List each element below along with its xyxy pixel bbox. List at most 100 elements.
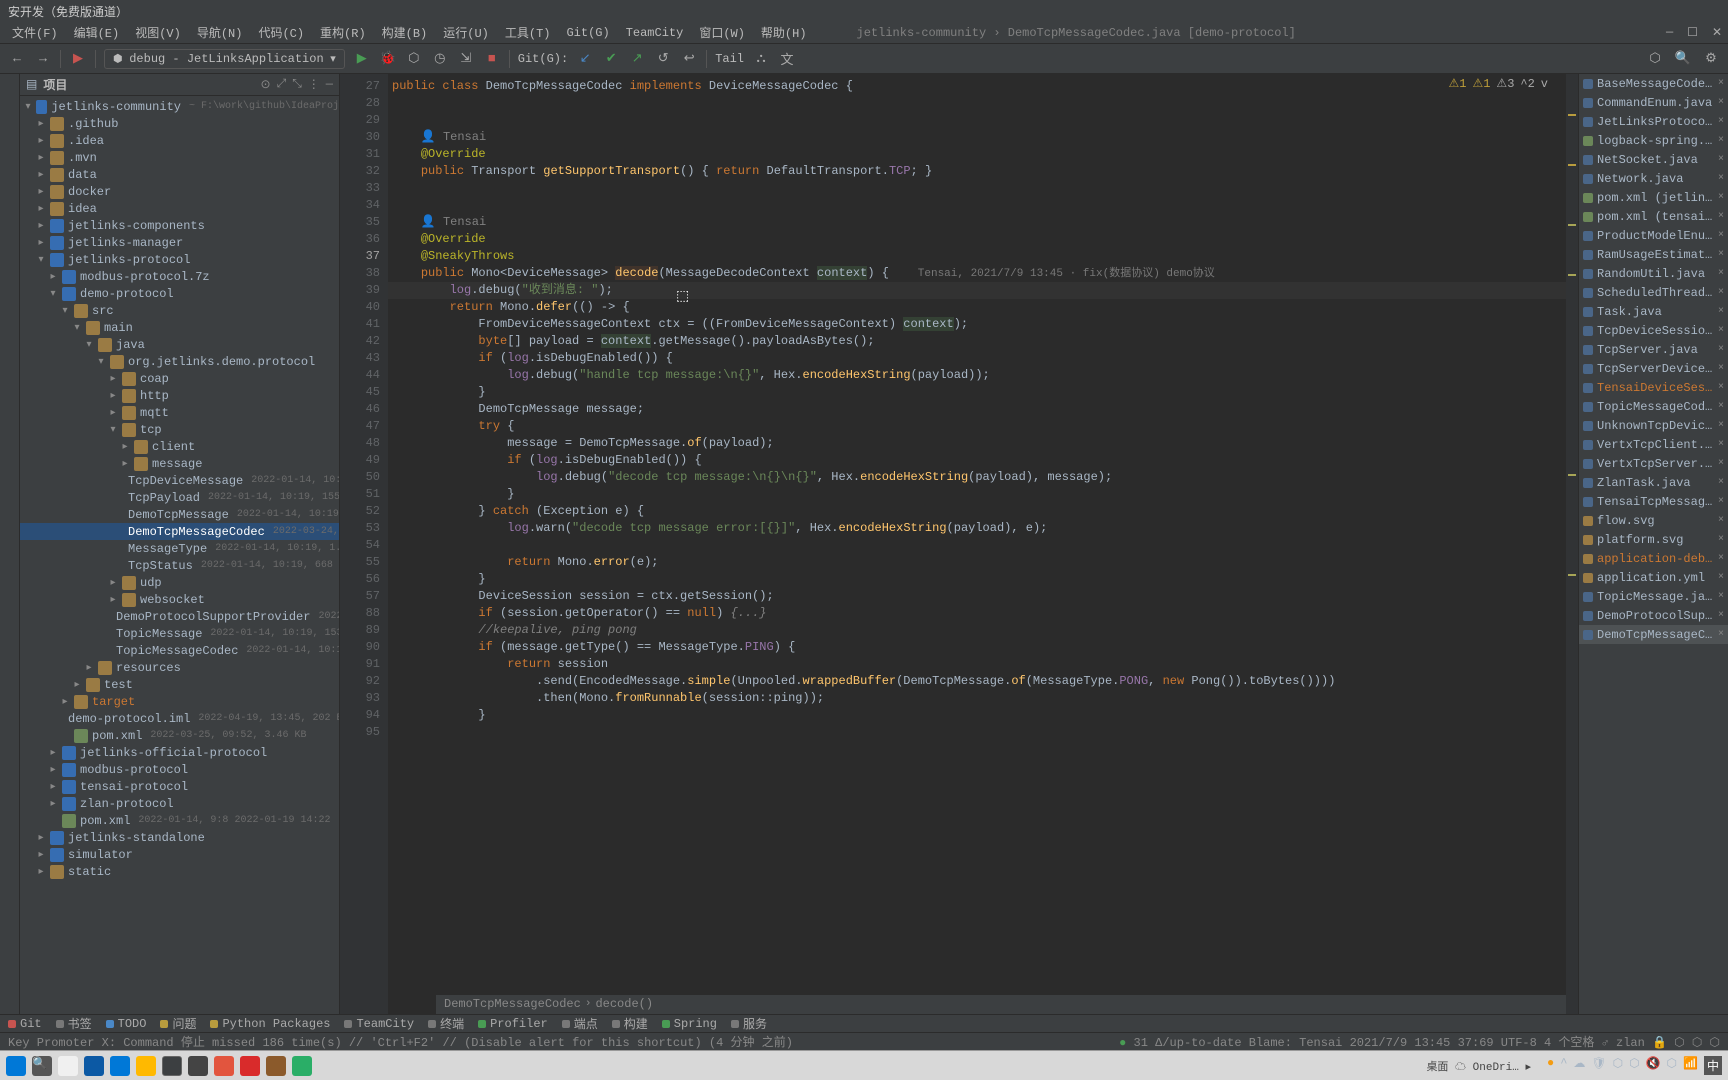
tree-node-jetlinks-protocol[interactable]: ▾jetlinks-protocol — [20, 251, 339, 268]
project-combo-icon[interactable]: ▤ — [26, 77, 37, 92]
tray-expand-icon[interactable]: ^ — [1560, 1056, 1567, 1075]
open-file-demoprotocolsupport[interactable]: DemoProtocolSupport× — [1579, 606, 1728, 625]
close-file-icon[interactable]: × — [1718, 97, 1724, 108]
open-file-topicmessage-java[interactable]: TopicMessage.java× — [1579, 587, 1728, 606]
search-everywhere-icon[interactable]: 🔍 — [1674, 50, 1692, 68]
tray-icon[interactable]: 🛡 — [1591, 1056, 1606, 1075]
tray-volume-icon[interactable]: 🔇 — [1646, 1056, 1661, 1075]
open-file-topicmessagecodec-j[interactable]: TopicMessageCodec.j× — [1579, 397, 1728, 416]
tray-search-icon[interactable]: 🔍 — [32, 1056, 52, 1076]
open-file-task-java[interactable]: Task.java× — [1579, 302, 1728, 321]
tree-node-topicmessage[interactable]: TopicMessage2022-01-14, 10:19, 153 B 3 — [20, 625, 339, 642]
close-file-icon[interactable]: × — [1718, 439, 1724, 450]
aa-icon[interactable]: 文 — [778, 50, 796, 68]
close-file-icon[interactable]: × — [1718, 363, 1724, 374]
close-file-icon[interactable]: × — [1718, 173, 1724, 184]
menu-help[interactable]: 帮助(H) — [755, 22, 813, 43]
tree-node-demotcpmessage[interactable]: DemoTcpMessage2022-01-14, 10:19, 1.52 KB — [20, 506, 339, 523]
tray-app[interactable] — [266, 1056, 286, 1076]
tree-node-demoprotocolsupportprovider[interactable]: DemoProtocolSupportProvider2022-01-14, — [20, 608, 339, 625]
git-push-icon[interactable]: ↗ — [628, 50, 646, 68]
tool-python[interactable]: Python Packages — [210, 1017, 330, 1031]
desktop-tray-text[interactable]: 桌面 ☁ OneDri… ▸ — [1426, 1058, 1531, 1074]
tray-network-icon[interactable]: 📶 — [1683, 1056, 1698, 1075]
open-file-vertxtcpclient-java[interactable]: VertxTcpClient.java× — [1579, 435, 1728, 454]
open-files-list[interactable]: BaseMessageCodec.ja×CommandEnum.java×Jet… — [1578, 74, 1728, 1014]
run-config-selector[interactable]: ⬢ debug - JetLinksApplication ▾ — [104, 49, 345, 69]
tree-node-simulator[interactable]: ▸simulator — [20, 846, 339, 863]
expand-all-icon[interactable]: ⤢ — [277, 77, 287, 92]
tree-node-client[interactable]: ▸client — [20, 438, 339, 455]
menu-teamcity[interactable]: TeamCity — [620, 24, 690, 42]
open-file-application-yml[interactable]: application.yml× — [1579, 568, 1728, 587]
tree-node-jetlinks-standalone[interactable]: ▸jetlinks-standalone — [20, 829, 339, 846]
tree-node-java[interactable]: ▾java — [20, 336, 339, 353]
stop-process-icon[interactable]: ▶ — [69, 50, 87, 68]
tree-node-tcppayload[interactable]: TcpPayload2022-01-14, 10:19, 155 B — [20, 489, 339, 506]
close-file-icon[interactable]: × — [1718, 534, 1724, 545]
tree-node-data[interactable]: ▸data — [20, 166, 339, 183]
close-file-icon[interactable]: × — [1718, 629, 1724, 640]
status-right[interactable]: ● 31 Δ/up-to-date Blame: Tensai 2021/7/9… — [1119, 1033, 1720, 1050]
close-file-icon[interactable]: × — [1718, 553, 1724, 564]
forward-icon[interactable]: → — [34, 50, 52, 68]
open-file-zlantask-java[interactable]: ZlanTask.java× — [1579, 473, 1728, 492]
minimize-icon[interactable]: — — [1666, 25, 1673, 40]
close-file-icon[interactable]: × — [1718, 344, 1724, 355]
tool-services[interactable]: 服务 — [731, 1015, 767, 1032]
tree-node-target[interactable]: ▸target — [20, 693, 339, 710]
open-file-basemessagecodec-ja[interactable]: BaseMessageCodec.ja× — [1579, 74, 1728, 93]
left-tool-stripe[interactable] — [0, 74, 20, 1014]
tree-node-tcpstatus[interactable]: TcpStatus2022-01-14, 10:19, 668 B — [20, 557, 339, 574]
close-file-icon[interactable]: × — [1718, 496, 1724, 507]
menu-view[interactable]: 视图(V) — [129, 22, 187, 43]
tray-wechat-icon[interactable] — [292, 1056, 312, 1076]
collapse-all-icon[interactable]: ⤡ — [292, 77, 302, 92]
git-rollback-icon[interactable]: ↩ — [680, 50, 698, 68]
tree-node--github[interactable]: ▸.github — [20, 115, 339, 132]
tool-build[interactable]: 构建 — [612, 1015, 648, 1032]
tree-node--idea[interactable]: ▸.idea — [20, 132, 339, 149]
tray-app[interactable] — [188, 1056, 208, 1076]
tray-icon[interactable]: ● — [1547, 1056, 1554, 1075]
tool-problems[interactable]: 问题 — [160, 1015, 196, 1032]
tool-terminal[interactable]: 终端 — [428, 1015, 464, 1032]
tree-node-modbus-protocol-7z[interactable]: ▸modbus-protocol.7z — [20, 268, 339, 285]
tray-mail-icon[interactable] — [110, 1056, 130, 1076]
tool-teamcity[interactable]: TeamCity — [344, 1017, 414, 1031]
close-file-icon[interactable]: × — [1718, 515, 1724, 526]
tree-node-docker[interactable]: ▸docker — [20, 183, 339, 200]
attach-icon[interactable]: ⇲ — [457, 50, 475, 68]
menu-run[interactable]: 运行(U) — [437, 22, 495, 43]
tree-node-jetlinks-components[interactable]: ▸jetlinks-components — [20, 217, 339, 234]
tree-node-tcpdevicemessage[interactable]: TcpDeviceMessage2022-01-14, 10:19, 176 B — [20, 472, 339, 489]
close-file-icon[interactable]: × — [1718, 287, 1724, 298]
tree-node-tensai-protocol[interactable]: ▸tensai-protocol — [20, 778, 339, 795]
open-file-netsocket-java[interactable]: NetSocket.java× — [1579, 150, 1728, 169]
close-file-icon[interactable]: × — [1718, 420, 1724, 431]
tray-ime-icon[interactable]: 中 — [1704, 1056, 1722, 1075]
git-update-icon[interactable]: ↙ — [576, 50, 594, 68]
tray-explorer-icon[interactable] — [136, 1056, 156, 1076]
close-file-icon[interactable]: × — [1718, 135, 1724, 146]
translate-icon[interactable]: ⛬ — [752, 50, 770, 68]
code-with-me-icon[interactable]: ⬡ — [1646, 50, 1664, 68]
tree-node-mqtt[interactable]: ▸mqtt — [20, 404, 339, 421]
close-file-icon[interactable]: × — [1718, 572, 1724, 583]
run-icon[interactable]: ▶ — [353, 50, 371, 68]
settings-icon[interactable]: ⚙ — [1702, 50, 1720, 68]
open-file-tcpserver-java[interactable]: TcpServer.java× — [1579, 340, 1728, 359]
tree-node--mvn[interactable]: ▸.mvn — [20, 149, 339, 166]
tool-git[interactable]: Git — [8, 1017, 42, 1031]
tree-node-demotcpmessagecodec[interactable]: DemoTcpMessageCodec2022-03-24, 11:53, 7 — [20, 523, 339, 540]
coverage-icon[interactable]: ⬡ — [405, 50, 423, 68]
tree-node-pom-xml[interactable]: pom.xml2022-01-14, 9:8 2022-01-19 14:22 — [20, 812, 339, 829]
tool-spring[interactable]: Spring — [662, 1017, 717, 1031]
close-file-icon[interactable]: × — [1718, 610, 1724, 621]
open-file-application-debug-y[interactable]: application-debug.y× — [1579, 549, 1728, 568]
git-commit-icon[interactable]: ✔ — [602, 50, 620, 68]
tray-icon[interactable]: ⬡ — [1613, 1056, 1623, 1075]
close-file-icon[interactable]: × — [1718, 78, 1724, 89]
close-file-icon[interactable]: × — [1718, 211, 1724, 222]
close-file-icon[interactable]: × — [1718, 382, 1724, 393]
